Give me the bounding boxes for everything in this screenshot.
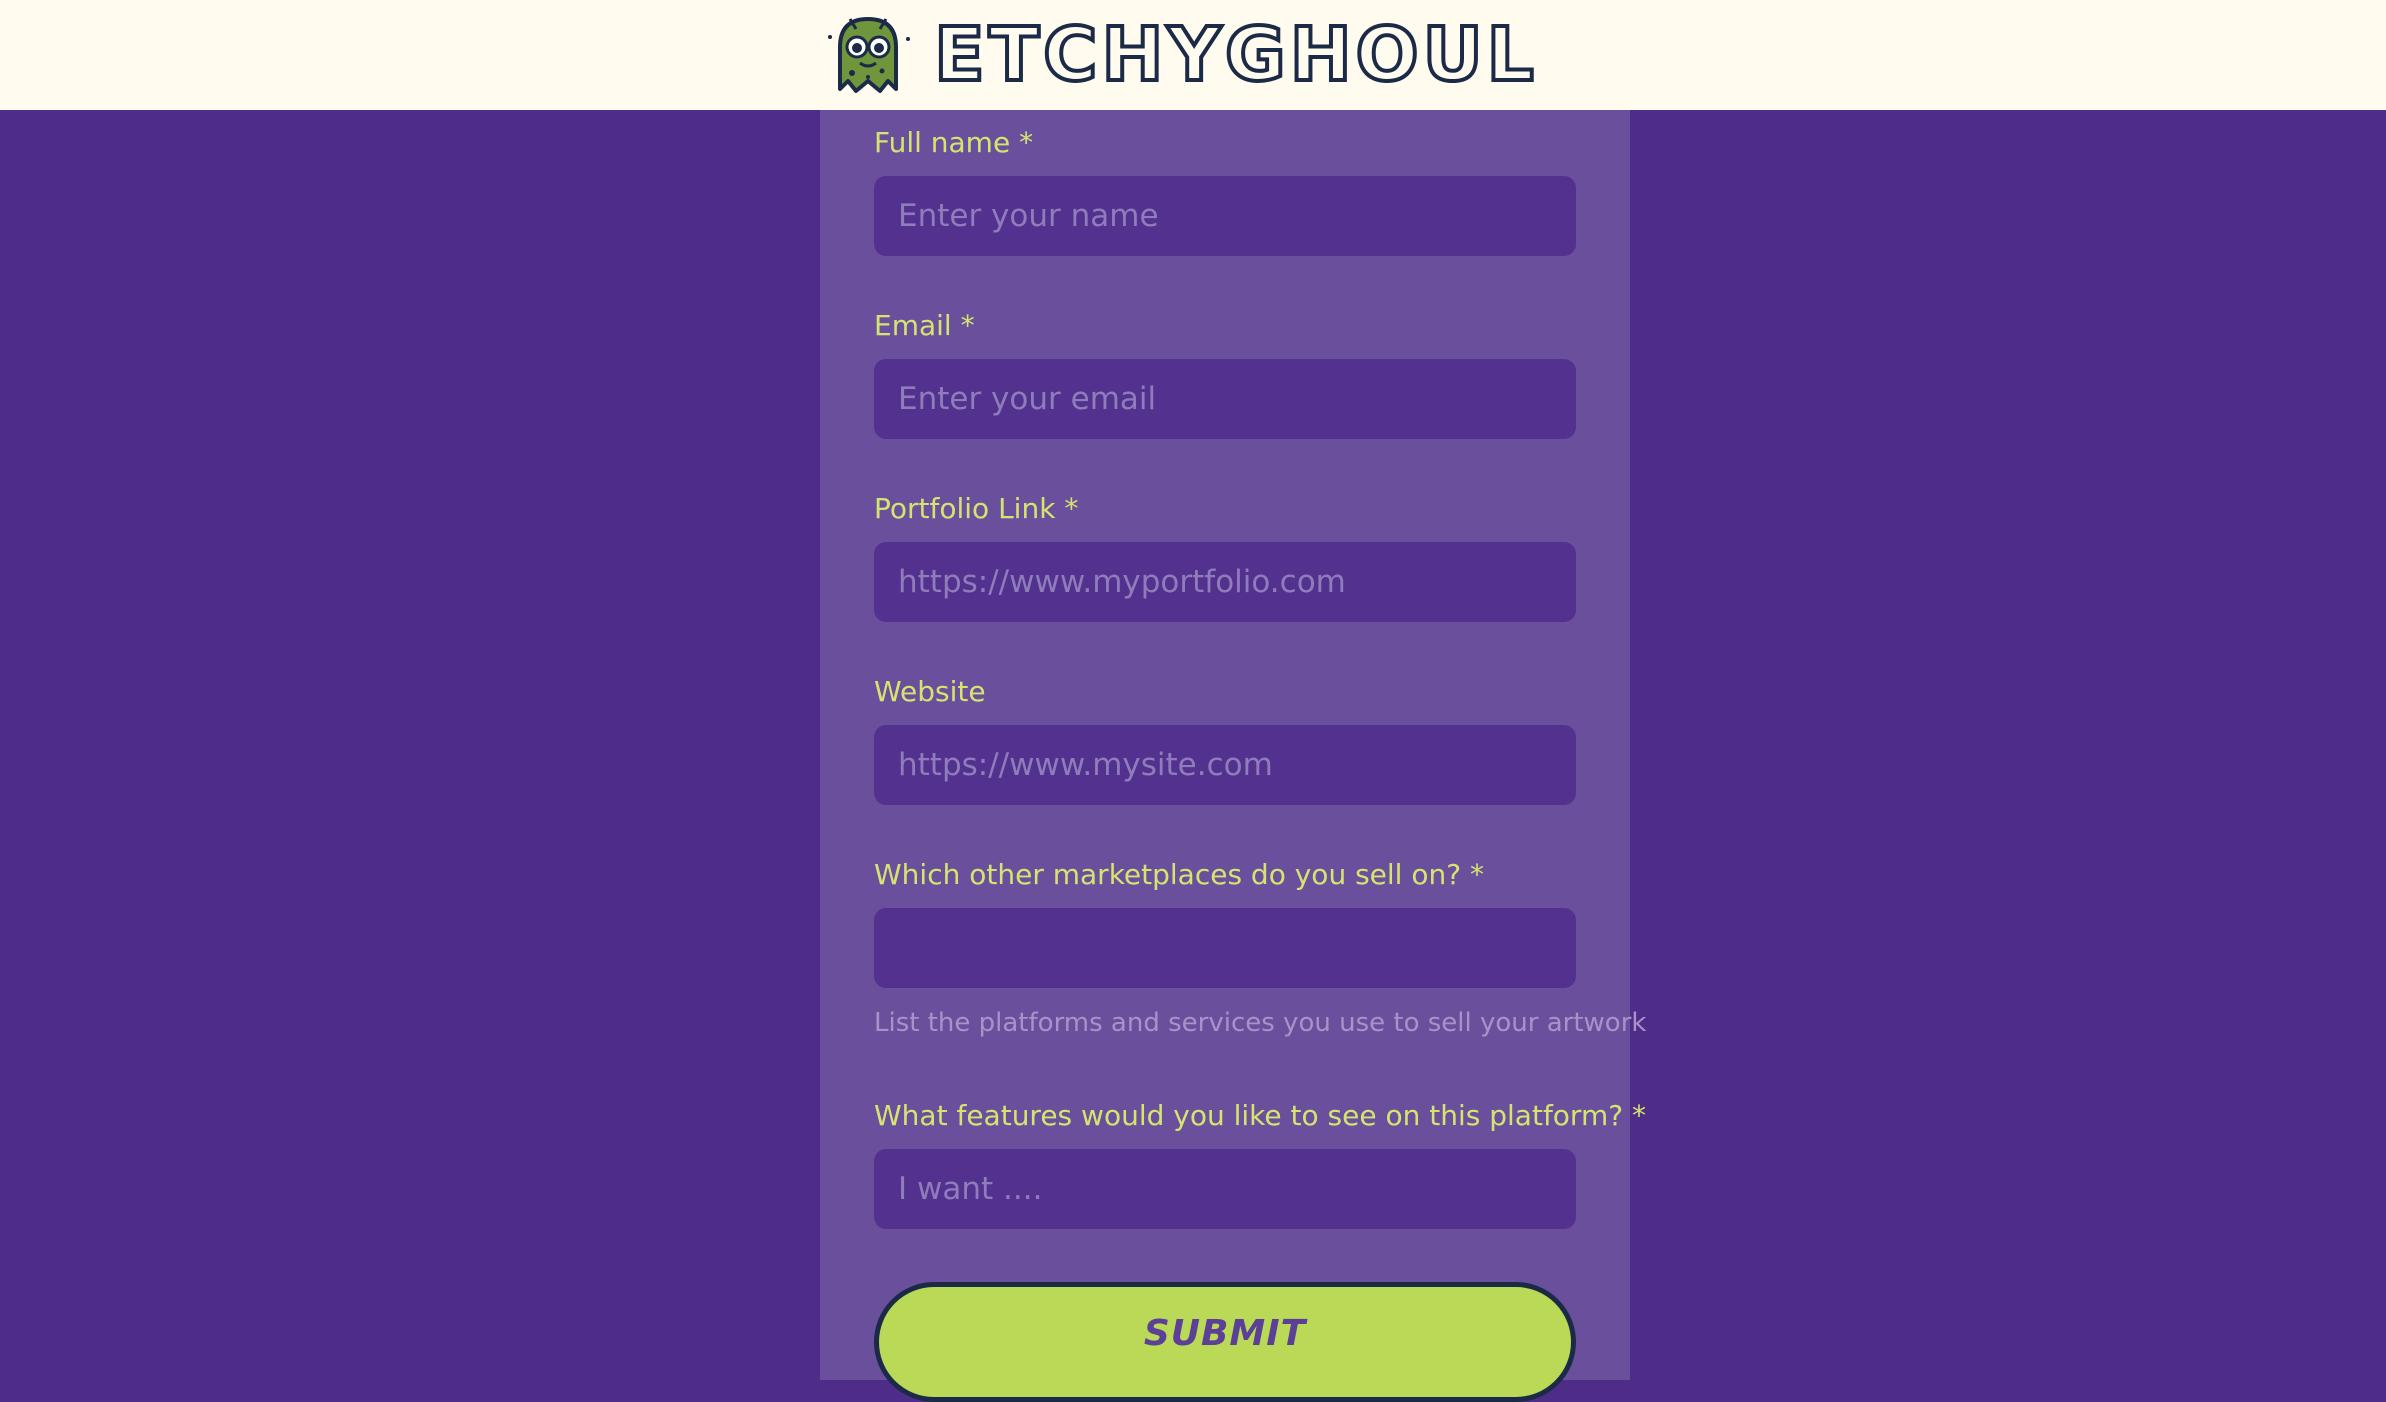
ghoul-mascot-icon bbox=[828, 17, 911, 93]
submit-button[interactable]: SUBMIT bbox=[874, 1282, 1576, 1402]
site-header: ETCHYGHOUL bbox=[0, 0, 2386, 110]
marketplaces-field: Which other marketplaces do you sell on?… bbox=[874, 858, 1646, 1038]
portfolio-link-field: Portfolio Link * https://www.myportfolio… bbox=[874, 492, 1576, 622]
full-name-input[interactable]: Enter your name bbox=[874, 176, 1576, 256]
brand-logo[interactable]: ETCHYGHOUL bbox=[822, 9, 1538, 101]
website-field: Website https://www.mysite.com bbox=[874, 675, 1576, 805]
website-label: Website bbox=[874, 675, 986, 708]
full-name-label: Full name * bbox=[874, 126, 1034, 159]
portfolio-link-input[interactable]: https://www.myportfolio.com bbox=[874, 542, 1576, 622]
email-label: Email * bbox=[874, 309, 975, 342]
marketplaces-input[interactable] bbox=[874, 908, 1576, 988]
features-input[interactable]: I want .... bbox=[874, 1149, 1576, 1229]
features-field: What features would you like to see on t… bbox=[874, 1099, 1646, 1229]
portfolio-link-label: Portfolio Link * bbox=[874, 492, 1079, 525]
email-input[interactable]: Enter your email bbox=[874, 359, 1576, 439]
full-name-field: Full name * Enter your name bbox=[874, 126, 1576, 256]
brand-wordmark: ETCHYGHOUL bbox=[932, 12, 1538, 98]
website-input[interactable]: https://www.mysite.com bbox=[874, 725, 1576, 805]
marketplaces-helper-text: List the platforms and services you use … bbox=[874, 1008, 1647, 1038]
marketplaces-label: Which other marketplaces do you sell on?… bbox=[874, 858, 1484, 891]
email-field: Email * Enter your email bbox=[874, 309, 1576, 439]
signup-form: Full name * Enter your name Email * Ente… bbox=[820, 110, 1646, 1402]
features-label: What features would you like to see on t… bbox=[874, 1099, 1646, 1132]
